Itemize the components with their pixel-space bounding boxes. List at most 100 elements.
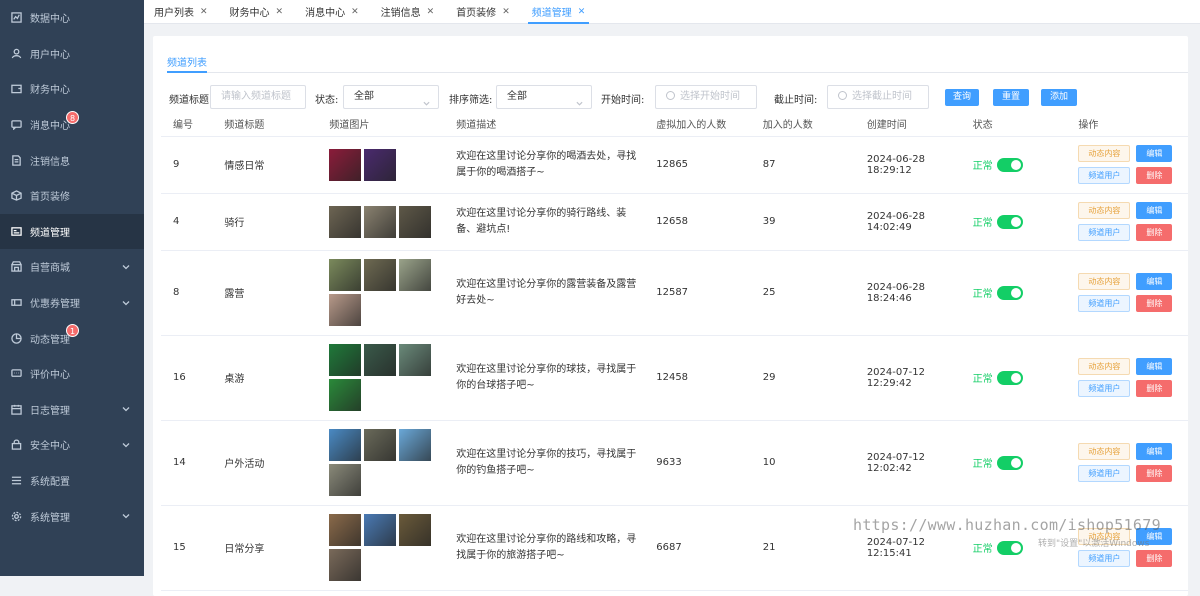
sidebar-item-5[interactable]: 首页装修 [0, 178, 144, 214]
delete-button[interactable]: 删除 [1136, 465, 1173, 482]
sort-select[interactable]: 全部 [496, 85, 592, 109]
delete-button[interactable]: 删除 [1136, 295, 1173, 312]
delete-button[interactable]: 删除 [1136, 167, 1173, 184]
tab-5[interactable]: 频道管理 ✕ [524, 0, 594, 24]
sidebar-item-label: 系统管理 [30, 512, 70, 524]
sidebar-item-4[interactable]: 注销信息 [0, 142, 144, 178]
cell-title: 户外活动 [212, 420, 318, 506]
close-icon[interactable]: ✕ [578, 7, 586, 17]
sidebar-item-13[interactable]: 系统配置 [0, 463, 144, 499]
tab-0[interactable]: 用户列表 ✕ [146, 0, 216, 23]
sidebar-item-12[interactable]: 安全中心 [0, 427, 144, 463]
channel-content-button[interactable]: 动态内容 [1078, 273, 1131, 290]
subtab-channel-list[interactable]: 频道列表 [167, 54, 207, 73]
tab-3[interactable]: 注销信息 ✕ [373, 0, 443, 23]
status-cell: 正常 [973, 455, 1067, 470]
sidebar-item-14[interactable]: 系统管理 [0, 498, 144, 534]
gear-icon [10, 510, 22, 522]
channel-users-button[interactable]: 频道用户 [1078, 295, 1131, 312]
subtab-bar: 频道列表 [167, 52, 1188, 73]
tab-1[interactable]: 财务中心 ✕ [222, 0, 292, 23]
channel-users-button[interactable]: 频道用户 [1078, 550, 1131, 567]
edit-button[interactable]: 编辑 [1136, 145, 1173, 162]
edit-button[interactable]: 编辑 [1136, 202, 1173, 219]
status-toggle[interactable] [996, 370, 1023, 385]
sidebar-item-2[interactable]: 财务中心 [0, 71, 144, 107]
edit-button[interactable]: 编辑 [1136, 358, 1173, 375]
sidebar-item-7[interactable]: 自营商城 [0, 249, 144, 285]
tab-label: 首页装修 [456, 8, 497, 19]
start-time-label: 开始时间: [601, 95, 645, 106]
column-header: 虚拟加入的人数 [644, 112, 751, 137]
close-icon[interactable]: ✕ [502, 7, 510, 17]
channel-content-button[interactable]: 动态内容 [1078, 443, 1131, 460]
table-row: 9 情感日常 欢迎在这里讨论分享你的喝酒去处，寻找属于你的喝酒搭子~ 12865 87 2… [161, 136, 1188, 194]
close-icon[interactable]: ✕ [427, 7, 435, 17]
channel-users-button[interactable]: 频道用户 [1078, 465, 1131, 482]
status-toggle[interactable] [996, 540, 1023, 555]
channel-users-button[interactable]: 频道用户 [1078, 167, 1131, 184]
wallet-icon [10, 83, 22, 95]
sidebar-item-6[interactable]: 频道管理 [0, 213, 144, 250]
cell-description: 欢迎在这里讨论分享你的喝酒去处，寻找属于你的喝酒搭子~ [456, 150, 637, 178]
query-button[interactable]: 查询 [945, 89, 979, 106]
calendar-icon [10, 403, 22, 415]
end-time-label: 截止时间: [774, 95, 818, 106]
channel-content-button[interactable]: 动态内容 [1078, 358, 1131, 375]
close-icon[interactable]: ✕ [351, 7, 359, 17]
sidebar-item-label: 消息中心 [30, 121, 70, 133]
status-toggle[interactable] [996, 455, 1023, 470]
sidebar-item-9[interactable]: 动态管理 1 [0, 320, 144, 356]
edit-button[interactable]: 编辑 [1136, 443, 1173, 460]
reset-button[interactable]: 重置 [993, 89, 1029, 106]
title-filter-input[interactable]: 请输入频道标题 [210, 85, 306, 109]
sidebar-item-1[interactable]: 用户中心 [0, 36, 144, 72]
close-icon[interactable]: ✕ [200, 7, 208, 17]
watermark-url: https://www.huzhan.com/ishop51679 [853, 516, 1161, 534]
table-row: 14 户外活动 欢迎在这里讨论分享你的技巧，寻找属于你的钓鱼搭子吧~ 9633 10 20… [161, 420, 1188, 506]
delete-button[interactable]: 删除 [1136, 380, 1173, 397]
status-filter-label: 状态: [315, 95, 339, 106]
channel-users-button[interactable]: 频道用户 [1078, 380, 1131, 397]
add-button[interactable]: 添加 [1041, 89, 1077, 106]
sidebar-item-label: 系统配置 [30, 477, 70, 489]
main-panel: 频道列表 频道标题: 请输入频道标题 状态: 全部 排序筛选: 全部 开始时间:… [153, 36, 1188, 596]
tab-label: 消息中心 [305, 8, 346, 19]
status-toggle[interactable] [996, 285, 1023, 300]
tab-4[interactable]: 首页装修 ✕ [448, 0, 518, 23]
cell-id: 9 [161, 136, 213, 194]
channel-images [329, 148, 439, 181]
column-header: 加入的人数 [750, 112, 855, 137]
status-select[interactable]: 全部 [343, 85, 439, 109]
sidebar-item-0[interactable]: 数据中心 [0, 0, 144, 36]
delete-button[interactable]: 删除 [1136, 224, 1173, 241]
row-actions: 动态内容 编辑 频道用户 删除 [1078, 202, 1188, 241]
sidebar-item-label: 用户中心 [30, 49, 70, 61]
status-text: 正常 [972, 218, 993, 229]
start-time-picker[interactable]: 选择开始时间 [655, 85, 757, 109]
sidebar-item-10[interactable]: 评价中心 [0, 356, 144, 392]
delete-button[interactable]: 删除 [1136, 550, 1173, 567]
sidebar-item-8[interactable]: 优惠券管理 [0, 285, 144, 321]
end-time-picker[interactable]: 选择截止时间 [827, 85, 929, 109]
channel-images [329, 259, 439, 326]
tab-2[interactable]: 消息中心 ✕ [297, 0, 367, 23]
channel-image [329, 379, 362, 411]
notification-badge: 1 [66, 324, 80, 338]
status-toggle[interactable] [996, 214, 1023, 229]
table-row: 4 骑行 欢迎在这里讨论分享你的骑行路线、装备、避坑点! 12658 39 2024-06… [161, 193, 1188, 251]
cell-id: 15 [161, 505, 213, 591]
edit-button[interactable]: 编辑 [1136, 273, 1173, 290]
sidebar-item-3[interactable]: 消息中心 8 [0, 107, 144, 143]
sidebar-item-label: 日志管理 [30, 405, 70, 417]
status-toggle[interactable] [996, 157, 1023, 172]
channel-users-button[interactable]: 频道用户 [1078, 224, 1131, 241]
document-icon [10, 154, 22, 166]
channel-content-button[interactable]: 动态内容 [1078, 145, 1131, 162]
sidebar-item-11[interactable]: 日志管理 [0, 392, 144, 428]
row-actions: 动态内容 编辑 频道用户 删除 [1078, 358, 1188, 397]
channel-content-button[interactable]: 动态内容 [1078, 202, 1131, 219]
close-icon[interactable]: ✕ [276, 7, 284, 17]
end-time-placeholder: 选择截止时间 [852, 91, 912, 102]
channel-image [364, 148, 397, 181]
